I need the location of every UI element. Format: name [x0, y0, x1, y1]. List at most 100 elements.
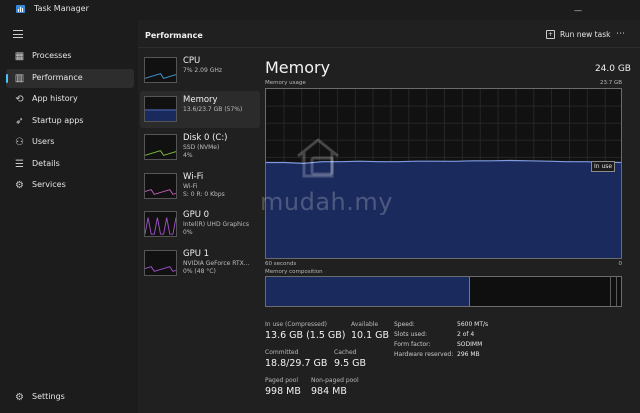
device-sub1: NVIDIA GeForce RTX...: [183, 259, 250, 267]
device-name: Memory: [183, 94, 218, 105]
available-value: 10.1 GB: [351, 330, 390, 341]
nav-item-processes[interactable]: ▦ Processes: [6, 47, 134, 66]
processes-icon: ▦: [14, 51, 25, 62]
nav-item-startup-apps[interactable]: ➶ Startup apps: [6, 112, 134, 131]
startup-apps-icon: ➶: [15, 115, 24, 127]
device-sub1: 13.6/23.7 GB (57%): [183, 105, 243, 113]
property-value: SODIMM: [457, 341, 483, 348]
in-use-value: 13.6 GB (1.5 GB): [265, 330, 346, 341]
property-label: Slots used:: [394, 331, 427, 338]
run-new-task-button[interactable]: + Run new task: [546, 30, 610, 39]
memory-composition-bar: [265, 276, 622, 307]
graph-time-right: 0: [618, 261, 623, 267]
nav-item-label: Processes: [32, 51, 72, 60]
run-new-task-label: Run new task: [560, 30, 611, 39]
services-icon: ⚙: [15, 180, 24, 191]
property-value: 2 of 4: [457, 331, 475, 338]
page-title: Performance: [145, 31, 203, 40]
committed-label: Committed: [265, 349, 299, 356]
composition-in-use: [266, 277, 471, 306]
device-name: Wi-Fi: [183, 171, 204, 182]
users-icon: ⚇: [15, 137, 24, 148]
device-thumbnail-graph: [144, 95, 177, 122]
details-icon: ☰: [15, 158, 24, 170]
composition-separator: [610, 277, 612, 306]
device-sub2: 0%: [183, 229, 193, 236]
task-manager-icon: [16, 5, 25, 13]
device-sub1: Wi-Fi: [183, 182, 198, 190]
non-paged-pool-label: Non-paged pool: [311, 377, 359, 384]
property-label: Form factor:: [394, 341, 431, 348]
memory-composition-label: Memory composition: [265, 269, 323, 275]
committed-value: 18.8/29.7 GB: [265, 358, 328, 369]
available-label: Available: [351, 321, 379, 328]
device-thumbnail-graph: [144, 134, 177, 160]
device-thumbnail-graph: [144, 249, 177, 276]
device-thumbnail-graph: [144, 57, 177, 83]
nav-item-label: Startup apps: [32, 115, 84, 125]
window-title: Task Manager: [34, 4, 89, 13]
nav-item-label: Services: [32, 180, 66, 189]
property-label: Hardware reserved:: [394, 351, 454, 358]
paged-pool-value: 998 MB: [265, 386, 301, 397]
device-name: Disk 0 (C:): [183, 133, 228, 143]
nav-item-label: Settings: [32, 392, 65, 401]
hamburger-menu-icon[interactable]: [13, 30, 23, 38]
nav-item-settings[interactable]: ⚙ Settings: [6, 388, 134, 407]
watermark-text: mudah.my: [260, 188, 393, 216]
device-item-wi-fi[interactable]: Wi-Fi Wi-Fi S: 0 R: 0 Kbps: [140, 168, 260, 205]
paged-pool-label: Paged pool: [265, 377, 299, 384]
cached-value: 9.5 GB: [334, 358, 367, 369]
nav-item-label: Performance: [32, 72, 83, 82]
graph-time-left: 60 seconds: [265, 261, 297, 267]
performance-icon: ▥: [14, 72, 25, 84]
composition-separator: [615, 277, 617, 306]
app-history-icon: ⟲: [15, 94, 24, 105]
nav-item-users[interactable]: ⚇ Users: [6, 133, 134, 152]
memory-usage-label: Memory usage: [265, 80, 306, 86]
device-thumbnail-graph: [144, 211, 177, 237]
nav-item-label: Users: [32, 137, 55, 146]
device-name: GPU 0: [183, 210, 210, 220]
watermark-house-icon: [297, 138, 339, 178]
device-name: GPU 1: [183, 248, 210, 259]
device-item-memory[interactable]: Memory 13.6/23.7 GB (57%): [140, 90, 260, 128]
device-sub2: S: 0 R: 0 Kbps: [183, 190, 225, 198]
nav-item-services[interactable]: ⚙ Services: [6, 176, 134, 195]
minimize-button[interactable]: —: [574, 6, 582, 15]
device-item-gpu-1[interactable]: GPU 1 NVIDIA GeForce RTX... 0% (48 °C): [140, 245, 260, 282]
property-value: 296 MB: [457, 351, 480, 358]
nav-item-label: Details: [32, 158, 60, 168]
cached-label: Cached: [334, 349, 357, 356]
device-item-disk-0-c[interactable]: Disk 0 (C:) SSD (NVMe) 4%: [140, 129, 260, 166]
memory-title: Memory: [265, 58, 331, 77]
non-paged-pool-value: 984 MB: [311, 386, 347, 397]
device-sub1: 7% 2.09 GHz: [183, 67, 223, 74]
nav-pane: ▦ Processes ▥ Performance ⟲ App history ➶ Start…: [0, 20, 138, 413]
more-options-button[interactable]: ⋯: [616, 29, 625, 39]
nav-item-app-history[interactable]: ⟲ App history: [6, 90, 134, 109]
memory-detail: Memory 24.0 GB Memory usage 23.7 GB In u…: [260, 50, 640, 413]
in-use-label: In use (Compressed): [265, 321, 327, 328]
in-use-tag: In use: [591, 161, 616, 172]
memory-total: 24.0 GB: [594, 64, 631, 74]
device-sub1: SSD (NVMe): [183, 144, 220, 151]
nav-item-details[interactable]: ☰ Details: [6, 155, 134, 174]
device-sub2: 0% (48 °C): [183, 267, 216, 275]
device-thumbnail-graph: [144, 172, 177, 199]
nav-item-label: App history: [32, 94, 78, 103]
memory-max-label: 23.7 GB: [599, 80, 622, 86]
device-sub1: Intel(R) UHD Graphics: [183, 221, 249, 228]
device-name: CPU: [183, 56, 201, 66]
main-panel: Performance + Run new task ⋯ CPU 7% 2.09 …: [138, 20, 640, 413]
run-task-icon: +: [546, 30, 555, 39]
property-label: Speed:: [394, 321, 415, 328]
device-item-gpu-0[interactable]: GPU 0 Intel(R) UHD Graphics 0%: [140, 206, 260, 243]
device-list: CPU 7% 2.09 GHz Memory 13.6/23.7 GB (57%) Di…: [138, 50, 260, 413]
gear-icon: ⚙: [15, 392, 24, 403]
page-header: Performance + Run new task ⋯: [138, 20, 640, 48]
device-sub2: 4%: [183, 152, 193, 159]
nav-item-performance[interactable]: ▥ Performance: [6, 68, 134, 88]
title-bar: Task Manager —: [0, 0, 640, 20]
device-item-cpu[interactable]: CPU 7% 2.09 GHz: [140, 52, 260, 89]
